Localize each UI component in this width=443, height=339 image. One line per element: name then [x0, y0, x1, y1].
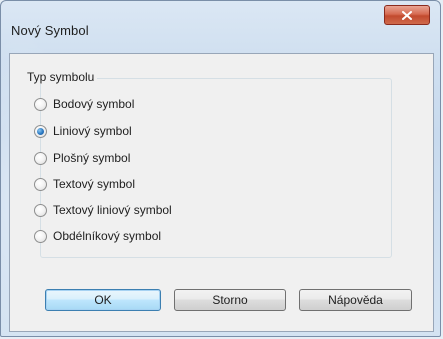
radio-label: Textový liniový symbol	[53, 203, 172, 217]
ok-button[interactable]: OK	[45, 289, 161, 311]
dialog-window: Nový Symbol Typ symbolu Bodový symbol Li…	[0, 0, 441, 337]
radio-button[interactable]	[34, 203, 47, 217]
radio-option-line-text-symbol[interactable]: Textový liniový symbol	[34, 202, 172, 218]
help-button[interactable]: Nápověda	[299, 289, 412, 311]
radio-option-area-symbol[interactable]: Plošný symbol	[34, 150, 130, 166]
cancel-button[interactable]: Storno	[174, 289, 286, 311]
radio-label: Obdélníkový symbol	[53, 229, 162, 243]
radio-button-selected[interactable]	[34, 124, 47, 138]
radio-option-text-symbol[interactable]: Textový symbol	[34, 176, 135, 192]
symbol-type-group-label: Typ symbolu	[24, 70, 98, 84]
radio-button[interactable]	[34, 229, 47, 243]
radio-label: Plošný symbol	[53, 151, 131, 165]
close-icon	[402, 10, 412, 20]
window-title: Nový Symbol	[11, 23, 89, 38]
radio-option-point-symbol[interactable]: Bodový symbol	[34, 96, 134, 112]
radio-label: Textový symbol	[53, 177, 136, 191]
radio-button[interactable]	[34, 177, 47, 191]
close-button[interactable]	[384, 5, 430, 25]
radio-label: Bodový symbol	[53, 97, 135, 111]
radio-button[interactable]	[34, 97, 47, 111]
radio-option-rectangle-symbol[interactable]: Obdélníkový symbol	[34, 228, 161, 244]
radio-button[interactable]	[34, 151, 47, 165]
radio-option-line-symbol[interactable]: Liniový symbol	[34, 123, 132, 139]
dialog-client-area: Typ symbolu Bodový symbol Liniový symbol…	[9, 53, 434, 332]
radio-label: Liniový symbol	[53, 124, 132, 138]
title-bar[interactable]: Nový Symbol	[1, 1, 440, 38]
